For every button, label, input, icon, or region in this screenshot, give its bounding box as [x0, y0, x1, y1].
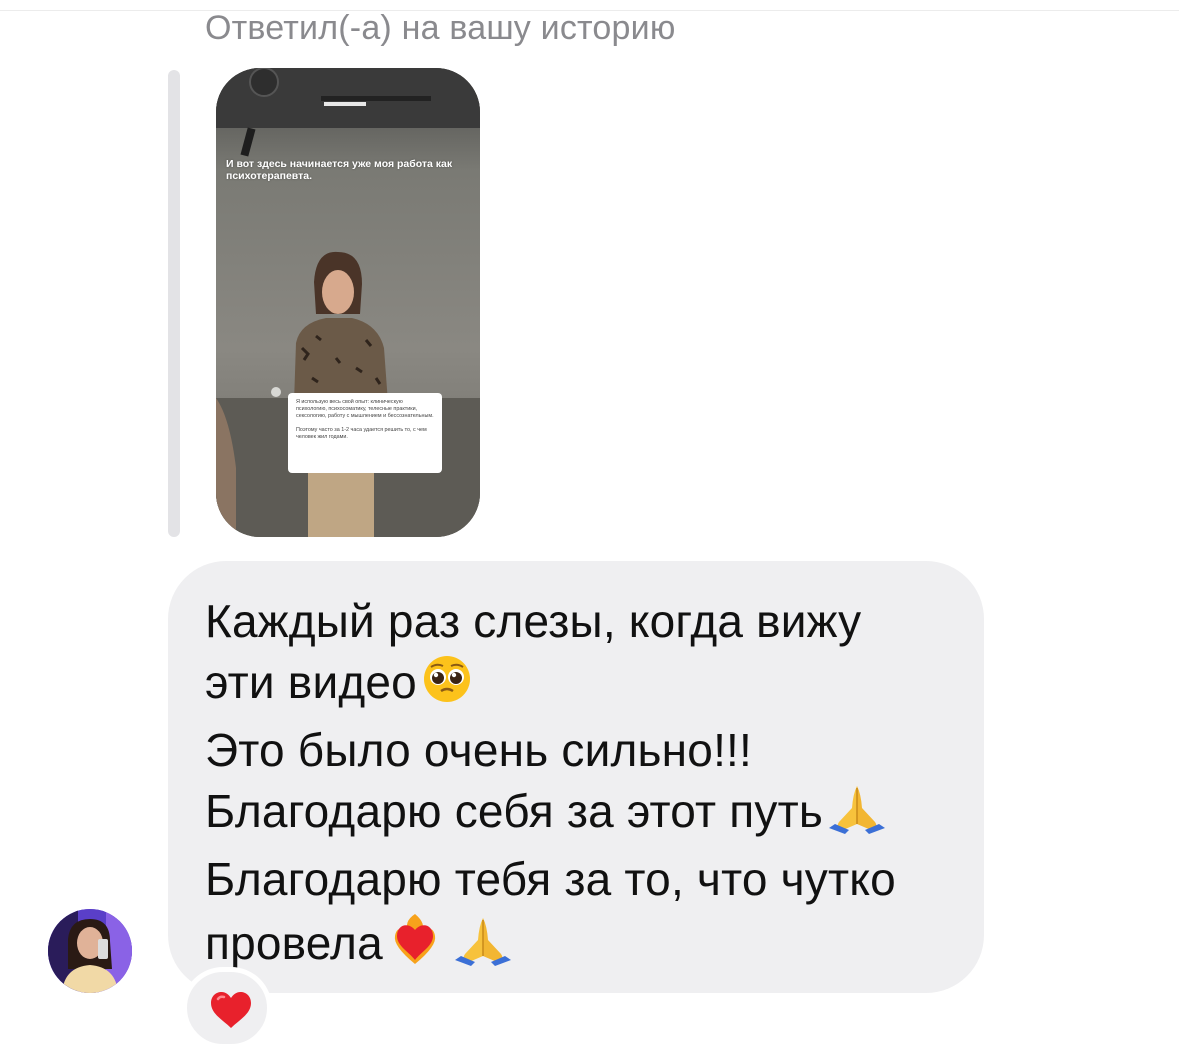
story-preview[interactable]: И вот здесь начинается уже моя работа ка… [216, 68, 480, 537]
message-line: провела [205, 910, 952, 981]
story-headline: И вот здесь начинается уже моя работа ка… [226, 158, 453, 182]
folded-hands-emoji-icon [827, 782, 887, 849]
message-line: Благодарю себя за этот путь [205, 781, 952, 849]
story-reply-caption: Ответил(-а) на вашу историю [205, 9, 676, 47]
avatar-photo [48, 909, 132, 993]
sender-avatar[interactable] [48, 909, 132, 993]
story-note-paragraph: Поэтому часто за 1-2 часа удается решить… [296, 426, 427, 440]
story-text-card: Я использую весь свой опыт: клиническую … [288, 393, 442, 473]
reply-quote-bar [168, 70, 180, 537]
reaction-badge[interactable] [182, 967, 272, 1049]
message-line: Каждый раз слезы, когда вижу [205, 595, 862, 647]
message-line: Благодарю тебя за то, что чутко [205, 853, 896, 905]
red-heart-reaction-icon [211, 992, 251, 1028]
pleading-face-emoji-icon [421, 653, 473, 720]
message-line: эти видео [205, 652, 952, 720]
folded-hands-emoji-icon [453, 914, 513, 981]
heart-on-fire-emoji-icon [387, 910, 443, 981]
story-note-paragraph: Я использую весь свой опыт: клиническую … [296, 399, 434, 420]
message-line: Это было очень сильно!!! [205, 724, 753, 776]
message-bubble[interactable]: Каждый раз слезы, когда вижу эти видео Э… [168, 561, 984, 993]
